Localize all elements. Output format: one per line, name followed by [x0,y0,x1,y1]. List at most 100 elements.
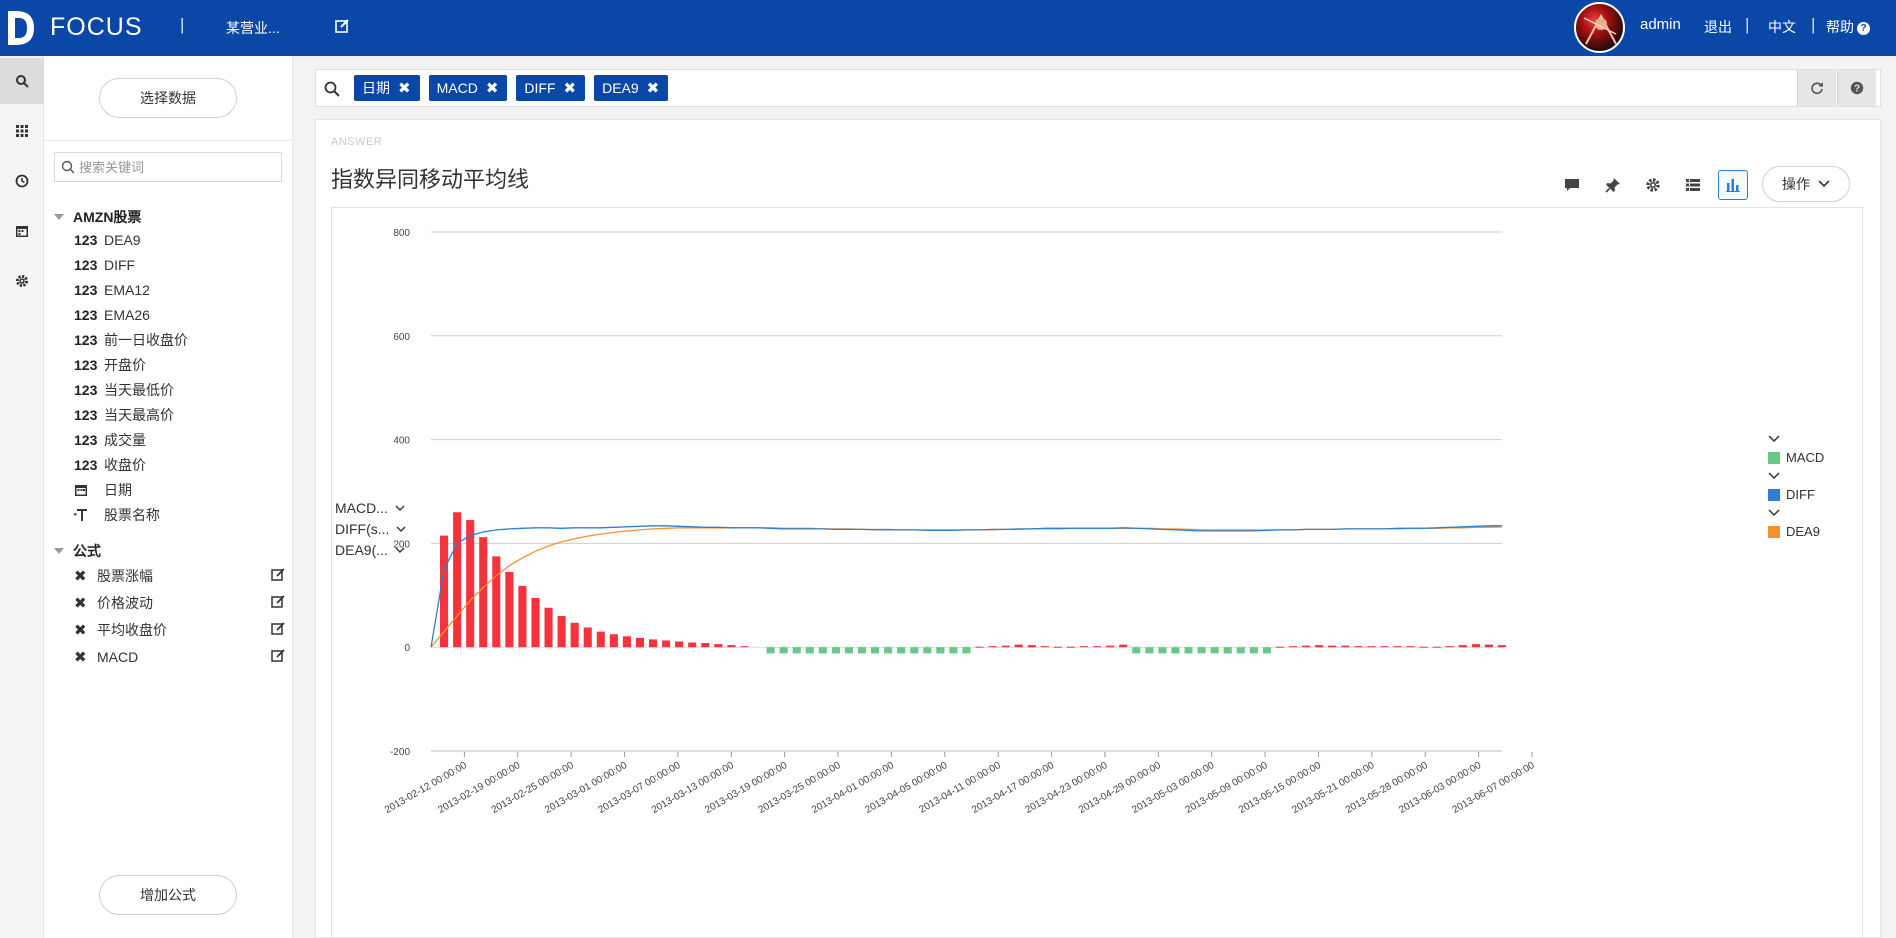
search-query-bar[interactable]: 日期 ✖ MACD ✖ DIFF ✖ DEA9 ✖ ? [315,69,1881,107]
macd-bar [1315,645,1324,648]
help-label: 帮助 [1826,19,1854,35]
remove-chip-icon[interactable]: ✖ [647,79,660,97]
edit-formula-icon[interactable] [271,622,285,636]
keyword-search-input[interactable] [79,157,277,177]
field-item[interactable]: 123 EMA12 [74,277,284,302]
numeric-type-icon: 123 [74,381,98,398]
help-button[interactable]: ? [1837,70,1876,106]
macd-bar [818,647,827,654]
chevron-down-icon [1768,509,1780,517]
macd-bar [453,512,462,648]
macd-bar [1249,647,1258,654]
project-name[interactable]: 某营业... [226,18,280,38]
data-panel: 选择数据 AMZN股票 123 DEA9 123 DIFF 123 EMA12 123… [44,56,293,938]
answer-card: ANSWER 指数异同移动平均线 操作 800 600 400 200 0 -200 201… [315,119,1881,938]
field-name: 开盘价 [104,356,146,373]
field-item[interactable]: 股票名称 [74,502,284,527]
remove-chip-icon[interactable]: ✖ [398,79,411,97]
table-group-header[interactable]: AMZN股票 [54,207,141,227]
legend-toggle[interactable] [1768,431,1824,447]
edit-formula-icon[interactable] [271,568,285,582]
username[interactable]: admin [1640,16,1681,33]
macd-bar [857,647,867,654]
field-item[interactable]: 123 前一日收盘价 [74,327,284,352]
edit-formula-icon[interactable] [271,649,285,663]
icon-rail [0,56,44,938]
field-item[interactable]: 123 当天最高价 [74,402,284,427]
legend-item-macd[interactable]: MACD [1768,447,1824,468]
field-item[interactable]: 123 收盘价 [74,452,284,477]
field-item[interactable]: 123 当天最低价 [74,377,284,402]
query-chip[interactable]: 日期 ✖ [354,75,420,101]
edit-project-icon[interactable] [334,18,350,34]
table-group-name: AMZN股票 [73,209,142,225]
remove-chip-icon[interactable]: ✖ [564,79,577,97]
language-switch[interactable]: 中文 [1768,17,1796,37]
field-item[interactable]: 123 EMA26 [74,302,284,327]
rail-apps[interactable] [0,108,44,154]
numeric-type-icon: 123 [74,356,98,373]
separator: | [1811,15,1816,34]
field-item[interactable]: 123 开盘价 [74,352,284,377]
formula-icon: ✖ [74,567,87,585]
macd-bar [1184,647,1193,654]
legend-toggle[interactable] [1768,468,1824,484]
chart-view-button[interactable] [1718,170,1748,200]
query-chip[interactable]: DEA9 ✖ [594,75,669,101]
formula-group-header[interactable]: 公式 [54,541,101,561]
measure-selector[interactable]: MACD... [335,500,405,516]
legend-toggle[interactable] [1768,505,1824,521]
rail-history[interactable] [0,158,44,204]
macd-bar [1471,644,1480,648]
measure-selector[interactable]: DEA9(... [335,542,405,558]
macd-bar [1302,645,1311,648]
text-type-icon [74,508,104,522]
macd-bar [1093,646,1102,648]
field-item[interactable]: 123 DIFF [74,252,284,277]
macd-bar [714,644,723,648]
macd-bar [1458,645,1467,648]
query-chip[interactable]: MACD ✖ [428,75,508,101]
formula-item[interactable]: ✖ 价格波动 [74,589,322,616]
edit-formula-icon[interactable] [271,595,285,609]
search-icon [324,81,340,97]
field-item[interactable]: 123 成交量 [74,427,284,452]
focus-logo-icon[interactable] [6,9,40,47]
formula-item[interactable]: ✖ MACD [74,643,322,670]
macd-bar [740,646,749,648]
legend-item-dea9[interactable]: DEA9 [1768,521,1824,542]
query-chips: 日期 ✖ MACD ✖ DIFF ✖ DEA9 ✖ [354,75,669,101]
formula-icon: ✖ [74,648,87,666]
comment-button[interactable] [1557,170,1587,200]
macd-bar [1236,647,1245,654]
rail-calendar[interactable] [0,208,44,254]
search-icon [16,75,29,88]
rail-search[interactable] [0,58,44,104]
measure-selector[interactable]: DIFF(s... [335,521,406,537]
query-chip[interactable]: DIFF ✖ [516,75,586,101]
help-link[interactable]: 帮助? [1826,17,1870,37]
legend-item-diff[interactable]: DIFF [1768,484,1824,505]
field-name: 当天最低价 [104,381,174,398]
pin-button[interactable] [1598,170,1628,200]
refresh-icon [1811,82,1824,95]
table-view-button[interactable] [1678,170,1708,200]
top-navigation-bar: FOCUS | 某营业... admin 退出 | 中文 | 帮助? [0,0,1896,56]
remove-chip-icon[interactable]: ✖ [486,79,499,97]
macd-bar [1171,647,1180,654]
field-item[interactable]: 123 DEA9 [74,227,284,252]
chart-settings-button[interactable] [1638,170,1668,200]
formula-item[interactable]: ✖ 平均收盘价 [74,616,322,643]
separator: | [1745,15,1750,34]
logout-link[interactable]: 退出 [1704,17,1732,37]
user-avatar[interactable] [1574,2,1625,53]
rail-settings[interactable] [0,258,44,304]
svg-text:?: ? [1854,84,1860,95]
add-formula-button[interactable]: 增加公式 [99,875,237,915]
formula-item[interactable]: ✖ 股票涨幅 [74,562,322,589]
field-item[interactable]: 日期 [74,477,284,502]
macd-bar [910,647,919,654]
select-data-button[interactable]: 选择数据 [99,78,237,118]
refresh-button[interactable] [1797,70,1836,106]
operations-dropdown[interactable]: 操作 [1762,166,1850,202]
